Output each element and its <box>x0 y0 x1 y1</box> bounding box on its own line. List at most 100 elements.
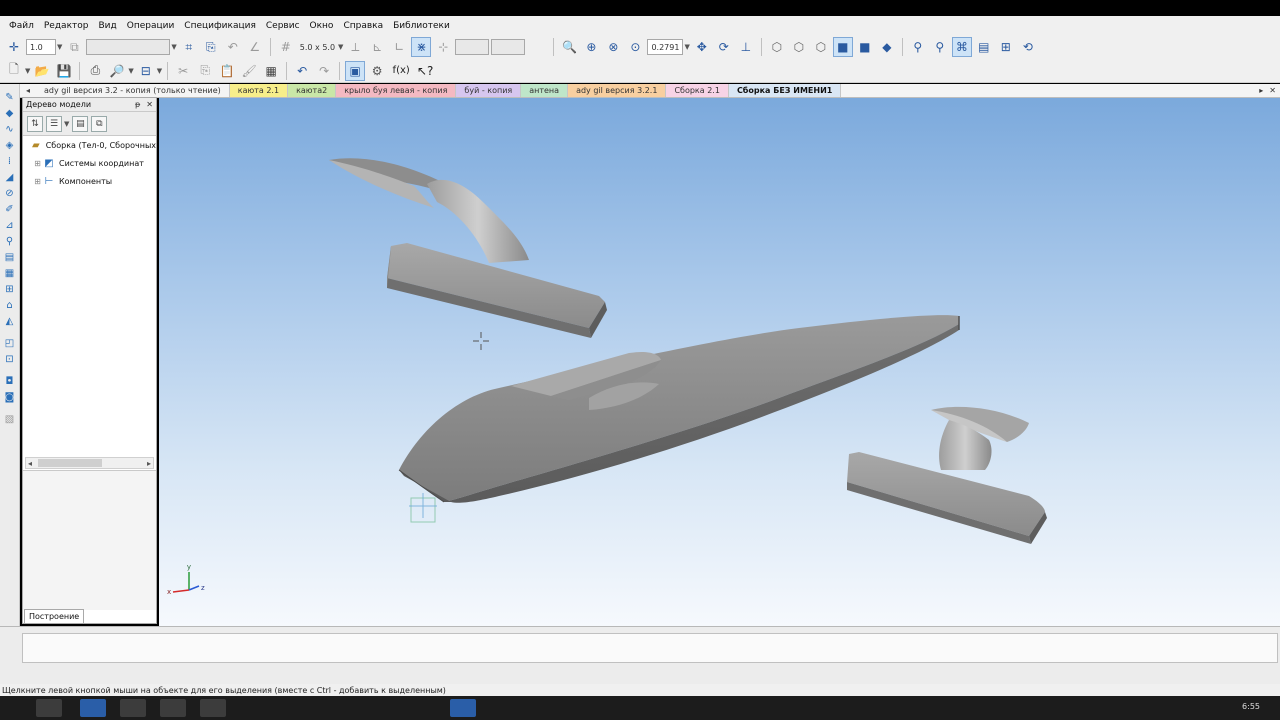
close-panel-icon[interactable]: ✕ <box>146 100 153 109</box>
save-icon[interactable]: 💾 <box>54 61 74 81</box>
taskbar-app[interactable] <box>120 699 146 717</box>
grid-size-label[interactable]: 5.0 x 5.0 <box>298 43 337 52</box>
perspective-icon[interactable]: ◆ <box>877 37 897 57</box>
step-field[interactable]: 1.0 <box>26 39 56 55</box>
tab-sborka-2-1[interactable]: Сборка 2.1 <box>666 84 729 97</box>
variables-fx-button[interactable]: f(x) <box>389 61 413 81</box>
parts-icon[interactable]: ◆ <box>2 106 18 121</box>
taskbar-app[interactable] <box>36 699 62 717</box>
sheet-metal-icon[interactable]: ⌂ <box>2 298 18 313</box>
orientation-icon[interactable]: ⎘ <box>201 37 221 57</box>
coord-icon[interactable]: ∟ <box>389 37 409 57</box>
reports-icon[interactable]: ⊞ <box>2 282 18 297</box>
select-filter-icon[interactable]: ⚲ <box>930 37 950 57</box>
scroll-left-icon[interactable]: ◂ <box>28 459 32 468</box>
tab-ady-gil-3-2-1[interactable]: ady gil версия 3.2.1 <box>568 84 667 97</box>
tab-sborka-bez-imeni[interactable]: Сборка БЕЗ ИМЕНИ1 <box>728 84 842 97</box>
menu-specification[interactable]: Спецификация <box>179 21 261 31</box>
state-combo[interactable] <box>86 39 171 55</box>
aux-geometry-icon[interactable]: ◢ <box>2 170 18 185</box>
highlight-icon[interactable]: ⌘ <box>951 37 972 57</box>
orientation-axes-icon[interactable]: ⊥ <box>736 37 756 57</box>
tree-structure-icon[interactable]: ☰ <box>46 115 62 132</box>
xy-icon[interactable]: ⊹ <box>433 37 453 57</box>
rotate-icon[interactable]: ↶ <box>223 37 243 57</box>
menu-help[interactable]: Справка <box>338 21 388 31</box>
tree-item-components[interactable]: ⊞ ⊢ Компоненты <box>23 172 156 190</box>
filter-icon[interactable]: ⚲ <box>908 37 928 57</box>
y-coord-field[interactable] <box>491 39 526 55</box>
thin-lines-icon[interactable]: ⬡ <box>811 37 831 57</box>
spatial-curves-icon[interactable]: ∿ <box>2 122 18 137</box>
shaded-icon[interactable]: ■ <box>832 37 853 57</box>
menu-file[interactable]: Файл <box>4 21 39 31</box>
tab-buy-kopiya[interactable]: буй - копия <box>456 84 522 97</box>
x-coord-field[interactable] <box>455 39 490 55</box>
grid-icon[interactable]: # <box>276 37 296 57</box>
filters-icon[interactable]: ⚲ <box>2 234 18 249</box>
tree-horizontal-scrollbar[interactable]: ◂ ▸ <box>25 457 154 469</box>
grid-dropdown-icon[interactable]: ▼ <box>338 43 343 51</box>
mates-icon[interactable]: ⊘ <box>2 186 18 201</box>
model-viewport[interactable]: y x z <box>159 98 1280 626</box>
new-dropdown-icon[interactable]: ▼ <box>25 67 30 75</box>
close-document-icon[interactable]: ✕ <box>1269 86 1276 95</box>
scroll-right-icon[interactable]: ▸ <box>147 459 151 468</box>
zoom-window-icon[interactable]: 🔍 <box>559 37 579 57</box>
rebuild-icon[interactable]: ⟲ <box>1018 37 1038 57</box>
lower-right-float-part[interactable] <box>847 406 1047 544</box>
menu-window[interactable]: Окно <box>305 21 339 31</box>
layer-icon[interactable]: ⧉ <box>64 37 84 57</box>
taskbar-app-active[interactable] <box>450 699 476 717</box>
zoom-in-icon[interactable]: ⊕ <box>581 37 601 57</box>
tab-krylo-buya[interactable]: крыло буя левая - копия <box>336 84 457 97</box>
taskbar-app[interactable] <box>80 699 106 717</box>
hidden-lines-icon[interactable]: ⬡ <box>789 37 809 57</box>
step-dropdown-icon[interactable]: ▼ <box>57 43 62 51</box>
wireframe-icon[interactable]: ⬡ <box>767 37 787 57</box>
tree-relations-icon[interactable]: ⧉ <box>91 115 108 132</box>
preview-icon[interactable]: 🔎 <box>107 61 127 81</box>
cut-icon[interactable]: ✂ <box>173 61 193 81</box>
surfaces-icon[interactable]: ◈ <box>2 138 18 153</box>
tree-structure-dropdown-icon[interactable]: ▼ <box>64 120 69 128</box>
snap-icon[interactable]: ⊾ <box>367 37 387 57</box>
upper-float-part[interactable] <box>329 158 607 338</box>
rotate-view-icon[interactable]: ⟳ <box>714 37 734 57</box>
sketch-icon[interactable]: ✐ <box>2 202 18 217</box>
manager-dropdown-icon[interactable]: ▼ <box>157 67 162 75</box>
expand-icon[interactable]: ⊞ <box>33 177 42 186</box>
measure-icon[interactable]: ⊞ <box>996 37 1016 57</box>
library-icon[interactable]: ▤ <box>974 37 994 57</box>
taskbar-app[interactable] <box>160 699 186 717</box>
preview-dropdown-icon[interactable]: ▼ <box>128 67 133 75</box>
section-icon[interactable]: ◙ <box>2 390 18 405</box>
properties-icon[interactable]: ▦ <box>261 61 281 81</box>
menu-service[interactable]: Сервис <box>261 21 305 31</box>
zoom-all-icon[interactable]: ⊗ <box>603 37 623 57</box>
tab-kayuta-2-1[interactable]: каюта 2.1 <box>229 84 289 97</box>
print-icon[interactable]: ⎙ <box>85 61 105 81</box>
format-brush-icon[interactable]: 🖌 <box>239 61 259 81</box>
ortho-icon[interactable]: ⟂ <box>345 37 365 57</box>
snap-point-icon[interactable]: ✛ <box>4 37 24 57</box>
cube-view-icon[interactable]: ◘ <box>2 374 18 389</box>
pan-icon[interactable]: ✥ <box>692 37 712 57</box>
angle-icon[interactable]: ∠ <box>245 37 265 57</box>
disabled-tool-icon[interactable]: ▧ <box>2 412 18 427</box>
tree-order-icon[interactable]: ⇅ <box>27 115 43 132</box>
zoom-scale-icon[interactable]: ⊙ <box>625 37 645 57</box>
spec-icon[interactable]: ▦ <box>2 266 18 281</box>
copy-icon[interactable]: ⎘ <box>195 61 215 81</box>
menu-operations[interactable]: Операции <box>122 21 180 31</box>
tree-root-item[interactable]: ▰ Сборка (Тел-0, Сборочных <box>23 136 156 154</box>
tabs-scroll-right-icon[interactable]: ▸ <box>1259 86 1263 95</box>
tree-view-icon[interactable]: ▤ <box>72 115 89 132</box>
open-folder-icon[interactable]: 📂 <box>32 61 52 81</box>
model-tree-icon[interactable]: ▣ <box>345 60 366 81</box>
elements-icon[interactable]: ◭ <box>2 314 18 329</box>
view-manager-icon[interactable]: ◰ <box>2 336 18 351</box>
pin-icon[interactable]: ᵽ <box>135 100 140 109</box>
tab-antena[interactable]: антена <box>521 84 569 97</box>
scroll-thumb[interactable] <box>38 459 102 467</box>
